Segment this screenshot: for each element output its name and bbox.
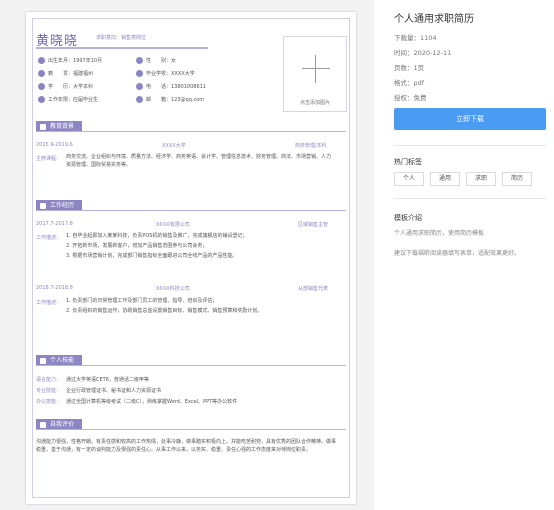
edu-school: XXXX大学 <box>162 143 186 149</box>
job2-line: 2. 负责组织的销售运作，协助销售总监设置销售目标、销售模式、销售预算和奖励计划… <box>66 308 263 314</box>
job2-desc-label: 工作描述： <box>36 300 62 306</box>
info-experience: 工作年限：应届毕业生 <box>38 96 98 103</box>
info-school: 毕业学校：XXXX大学 <box>136 70 195 77</box>
job2-company: XXXX科技公司 <box>156 286 190 292</box>
edu-date: 2015.9-2019.6 <box>36 142 73 148</box>
intro-line-2: 建议下载福昕阅读器填写表单，适配效果更好。 <box>394 250 521 257</box>
job1-company: XXXX有限公司 <box>156 222 190 228</box>
briefcase-icon <box>40 202 46 209</box>
info-degree: 学 历：大学本科 <box>38 83 93 90</box>
tags-title: 热门标签 <box>394 158 422 166</box>
home-icon <box>38 70 45 77</box>
name-underline <box>36 47 208 49</box>
edu-major: 商务管理/本科 <box>295 143 327 149</box>
job1-line: 1. 自毕业起即加入某某科技，负责POS机的销售及推广，完成旗舰店的铺设登记； <box>66 233 248 239</box>
meta-pages: 页数：1页 <box>394 64 425 72</box>
job1-line: 3. 根据市场营销计划，完成部门销售指标全面跟进公司全线产品的产品性能。 <box>66 253 238 259</box>
job1-role: 区域销售主管 <box>298 222 329 228</box>
skills-header: 个人技能 <box>36 355 346 366</box>
person-icon <box>136 57 143 64</box>
tag-general[interactable]: 通用 <box>430 172 460 186</box>
photo-placeholder[interactable]: 点击添加图片 <box>283 36 347 112</box>
plus-icon <box>315 55 316 83</box>
resume-preview-area: 黄晓晓 求职意向：销售类岗位 点击添加图片 出生年月：1997年10月 性 别：… <box>0 0 374 510</box>
intro-line-1: 个人通用求职简历，使用简历模板 <box>394 230 485 237</box>
skill-label: 语言能力： <box>36 377 62 383</box>
job2-line: 1. 负责部门的日常管理工作及部门员工的管理、指导、培训及评估； <box>66 298 218 304</box>
download-button[interactable]: 立即下载 <box>394 108 546 130</box>
skill-text: 通过全国计算机等级考试（二级C），熟练掌握Word、Excel、PPT等办公软件 <box>66 399 238 405</box>
resume-page: 黄晓晓 求职意向：销售类岗位 点击添加图片 出生年月：1997年10月 性 别：… <box>26 12 356 504</box>
info-gender: 性 别：女 <box>136 57 176 64</box>
meta-downloads: 下载量：1104 <box>394 34 437 42</box>
divider <box>394 198 546 199</box>
edu-courses: 商务交流、企业组织与环境、质量方法、经济学、商务英语、会计学、管理信息技术、财务… <box>66 154 332 168</box>
skill-label: 办公技能： <box>36 399 62 405</box>
info-phone: 电 话：13801008611 <box>136 83 206 90</box>
intro-title: 模板介绍 <box>394 214 422 222</box>
photo-caption: 点击添加图片 <box>299 100 330 106</box>
briefcase-icon <box>38 96 45 103</box>
meta-format: 格式：pdf <box>394 79 425 87</box>
calendar-icon <box>38 57 45 64</box>
self-eval-header: 自我评价 <box>36 419 346 430</box>
job1-date: 2017.7-2017.8 <box>36 221 73 227</box>
self-eval-text: 沟通能力很强，性格开朗。有责任感和较高的工作热情，处事冷静，做事踏实积极向上。并… <box>36 439 337 453</box>
education-header: 教育背景 <box>36 121 346 132</box>
gear-icon <box>40 357 46 364</box>
info-email: 邮 箱：123@qq.com <box>136 96 204 103</box>
work-header: 工作经历 <box>36 200 346 211</box>
tag-job-search[interactable]: 求职 <box>466 172 496 186</box>
job1-desc-label: 工作描述： <box>36 235 62 241</box>
info-panel: 个人通用求职简历 下载量：1104 时间：2020-12-11 页数：1页 格式… <box>374 0 554 510</box>
mail-icon <box>136 96 143 103</box>
info-birth: 出生年月：1997年10月 <box>38 57 102 64</box>
user-icon <box>40 421 46 428</box>
job2-role: 从部销售代表 <box>298 286 329 292</box>
info-hometown: 籍 贯：福建福州 <box>38 70 93 77</box>
divider <box>394 145 546 146</box>
phone-icon <box>136 83 143 90</box>
skill-text: 通过大学英语CET6，普通话二级甲等 <box>66 377 149 383</box>
tag-resume[interactable]: 简历 <box>502 172 532 186</box>
degree-icon <box>38 83 45 90</box>
edu-courses-label: 主修课程： <box>36 156 62 162</box>
job1-line: 2. 开拓新市场，发展新客户，增加产品销售范围参与公司会务； <box>66 243 208 249</box>
skill-text: 企业行政管理证书、秘书证和人力资源证书 <box>66 388 162 394</box>
meta-date: 时间：2020-12-11 <box>394 49 452 57</box>
job-intent: 求职意向：销售类岗位 <box>96 35 147 41</box>
tag-personal[interactable]: 个人 <box>394 172 424 186</box>
doc-title: 个人通用求职简历 <box>394 14 474 25</box>
meta-license: 授权：免费 <box>394 94 427 102</box>
graduation-cap-icon <box>40 123 46 130</box>
job2-date: 2018.7-2018.8 <box>36 285 73 291</box>
school-icon <box>136 70 143 77</box>
skill-label: 专业技能： <box>36 388 62 394</box>
